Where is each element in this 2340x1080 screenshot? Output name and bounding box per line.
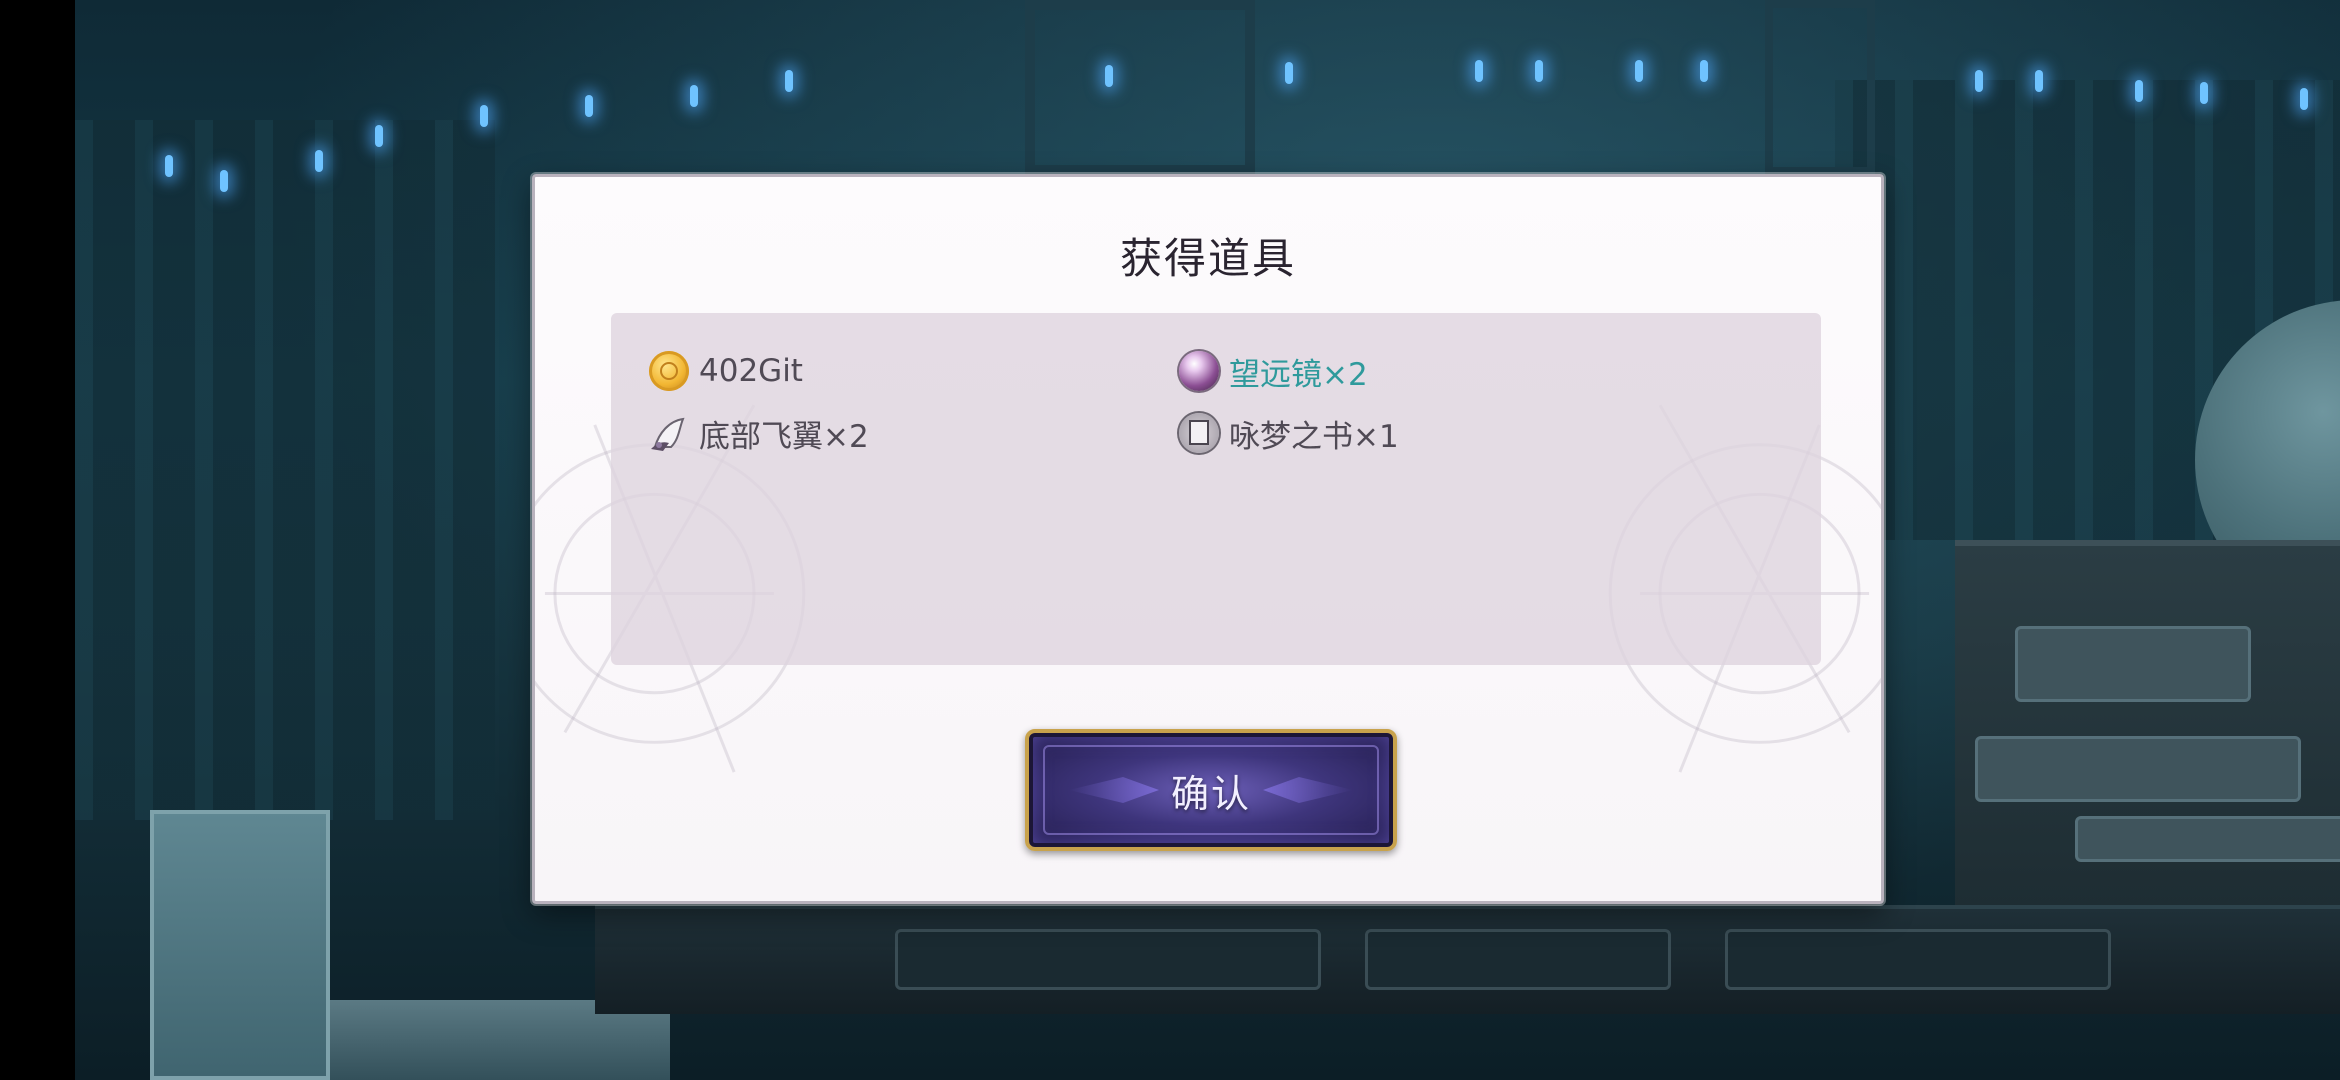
background-light [2135, 80, 2143, 102]
background-light [165, 155, 173, 177]
background-light [1475, 60, 1483, 82]
background-light [480, 105, 488, 127]
background-light [1635, 60, 1643, 82]
background-light [1535, 60, 1543, 82]
background-light [2200, 82, 2208, 104]
background-light [2035, 70, 2043, 92]
confirm-button[interactable]: 确认 [1025, 729, 1397, 851]
book-icon [1179, 413, 1219, 453]
background-platform [595, 905, 2340, 1014]
background-light [585, 95, 593, 117]
background-light [315, 150, 323, 172]
reward-item-wing: 底部飞翼×2 [649, 411, 869, 455]
reward-item-label: 底部飞翼×2 [699, 418, 869, 455]
background-light [220, 170, 228, 192]
reward-item-git: 402Git [649, 349, 803, 393]
background-light [1700, 60, 1708, 82]
wing-icon [649, 413, 689, 453]
reward-item-telescope: 望远镜×2 [1179, 349, 1368, 393]
reward-item-label: 望远镜×2 [1229, 356, 1368, 393]
background-light [1285, 62, 1293, 84]
screen-edge-bar [0, 0, 75, 1080]
item-reward-dialog: 获得道具 402Git 望远镜×2 底部飞翼×2 咏梦之书×1 确认 [532, 174, 1884, 904]
background-wall-left [75, 120, 495, 820]
items-panel: 402Git 望远镜×2 底部飞翼×2 咏梦之书×1 [611, 313, 1821, 665]
background-light [375, 125, 383, 147]
background-machine [1955, 540, 2340, 906]
dialog-title: 获得道具 [1119, 234, 1296, 283]
reward-item-book: 咏梦之书×1 [1179, 411, 1399, 455]
reward-item-label: 咏梦之书×1 [1229, 418, 1399, 455]
background-light [1105, 65, 1113, 87]
confirm-button-label: 确认 [1170, 771, 1251, 816]
orb-icon [1179, 351, 1219, 391]
background-truss [1025, 0, 1255, 175]
reward-item-label: 402Git [699, 353, 803, 389]
background-light [690, 85, 698, 107]
coin-icon [649, 351, 689, 391]
game-screen: 获得道具 402Git 望远镜×2 底部飞翼×2 咏梦之书×1 确认 [0, 0, 2340, 1080]
background-light [2300, 88, 2308, 110]
background-light [785, 70, 793, 92]
background-truss-right [1765, 0, 1875, 175]
background-light [1975, 70, 1983, 92]
background-crate [150, 810, 330, 1080]
